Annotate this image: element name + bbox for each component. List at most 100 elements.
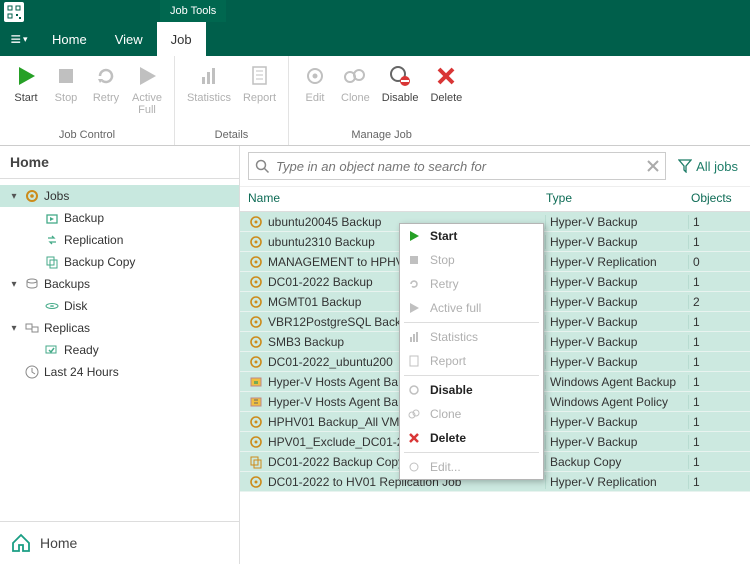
job-objects: 1	[689, 475, 742, 489]
gear-icon	[248, 314, 264, 330]
gear-icon	[248, 434, 264, 450]
tab-view[interactable]: View	[101, 22, 157, 56]
job-type: Hyper-V Backup	[546, 415, 689, 429]
bottom-nav-label: Home	[40, 535, 77, 551]
job-type: Hyper-V Backup	[546, 315, 689, 329]
job-objects: 1	[689, 215, 742, 229]
app-icon	[4, 2, 24, 22]
job-type: Backup Copy	[546, 455, 689, 469]
job-objects: 1	[689, 435, 742, 449]
job-objects: 1	[689, 315, 742, 329]
search-box[interactable]	[248, 152, 666, 180]
job-type: Windows Agent Backup	[546, 375, 689, 389]
gear-icon	[248, 274, 264, 290]
menu-disable[interactable]: Disable	[400, 378, 543, 402]
retry-icon	[92, 62, 120, 90]
clone-button[interactable]: Clone	[335, 60, 376, 106]
tree-label: Backup Copy	[64, 255, 135, 269]
job-objects: 1	[689, 455, 742, 469]
menu-label: Active full	[430, 301, 481, 315]
gear-icon	[248, 474, 264, 490]
menu-separator	[404, 452, 539, 453]
tree-node-replicas[interactable]: ▾ Replicas	[0, 317, 239, 339]
tree-label: Backup	[64, 211, 104, 225]
bottom-nav-home[interactable]: Home	[0, 521, 239, 564]
clone-icon	[406, 406, 422, 422]
play-icon	[406, 228, 422, 244]
gear-icon	[248, 414, 264, 430]
column-objects[interactable]: Objects	[691, 191, 742, 205]
menu-active-full: Active full	[400, 296, 543, 320]
job-objects: 1	[689, 395, 742, 409]
job-objects: 1	[689, 235, 742, 249]
activefull-icon	[406, 300, 422, 316]
statistics-button[interactable]: Statistics	[181, 60, 237, 106]
app-menu-button[interactable]: ≡▾	[0, 22, 38, 56]
tree-node-backup-copy[interactable]: Backup Copy	[0, 251, 239, 273]
tree-node-last-24-hours[interactable]: Last 24 Hours	[0, 361, 239, 383]
menu-separator	[404, 322, 539, 323]
menu-label: Start	[430, 229, 457, 243]
menu-edit-: Edit...	[400, 455, 543, 479]
delete-button[interactable]: Delete	[424, 60, 468, 106]
job-objects: 1	[689, 275, 742, 289]
tab-job[interactable]: Job	[157, 22, 206, 56]
tree-node-replication[interactable]: Replication	[0, 229, 239, 251]
job-type: Windows Agent Policy	[546, 395, 689, 409]
agent-icon	[248, 374, 264, 390]
start-button[interactable]: Start	[6, 60, 46, 106]
expand-icon: ▾	[8, 191, 20, 202]
job-type: Hyper-V Backup	[546, 295, 689, 309]
backup-icon	[44, 210, 60, 226]
report-icon	[246, 62, 274, 90]
search-input[interactable]	[276, 159, 647, 174]
tree-node-disk[interactable]: Disk	[0, 295, 239, 317]
job-type: Hyper-V Backup	[546, 215, 689, 229]
expand-icon: ▾	[8, 323, 20, 334]
play-icon	[12, 62, 40, 90]
ribbon-group-label: Job Control	[0, 127, 174, 145]
menu-start[interactable]: Start	[400, 224, 543, 248]
backups-icon	[24, 276, 40, 292]
stop-button[interactable]: Stop	[46, 60, 86, 106]
funnel-icon	[678, 159, 692, 173]
tab-home[interactable]: Home	[38, 22, 101, 56]
tree-label: Replicas	[44, 321, 90, 335]
menu-separator	[404, 375, 539, 376]
retry-icon	[406, 276, 422, 292]
clear-search-icon[interactable]	[647, 160, 659, 172]
tree-node-jobs[interactable]: ▾Jobs	[0, 185, 239, 207]
menu-stop: Stop	[400, 248, 543, 272]
column-name[interactable]: Name	[248, 191, 546, 205]
filter-label: All jobs	[696, 159, 738, 174]
disk-icon	[44, 298, 60, 314]
menu-delete[interactable]: Delete	[400, 426, 543, 450]
retry-button[interactable]: Retry	[86, 60, 126, 106]
tree-node-backup[interactable]: Backup	[0, 207, 239, 229]
active-full-button[interactable]: Active Full	[126, 60, 168, 118]
tree-label: Backups	[44, 277, 90, 291]
edit-button[interactable]: Edit	[295, 60, 335, 106]
job-type: Hyper-V Backup	[546, 275, 689, 289]
tree-node-backups[interactable]: ▾Backups	[0, 273, 239, 295]
grid-header: Name Type Objects	[240, 187, 750, 212]
menu-label: Edit...	[430, 460, 461, 474]
ribbon-group-details: Statistics Report Details	[175, 56, 289, 145]
column-type[interactable]: Type	[546, 191, 691, 205]
report-button[interactable]: Report	[237, 60, 282, 106]
job-type: Hyper-V Backup	[546, 355, 689, 369]
menu-label: Delete	[430, 431, 466, 445]
filter-dropdown[interactable]: All jobs	[674, 159, 742, 174]
gear-icon	[301, 62, 329, 90]
job-objects: 1	[689, 415, 742, 429]
disable-button[interactable]: Disable	[376, 60, 425, 106]
gear-icon	[248, 254, 264, 270]
menu-statistics: Statistics	[400, 325, 543, 349]
gear-icon	[248, 294, 264, 310]
menu-label: Disable	[430, 383, 473, 397]
job-type: Hyper-V Backup	[546, 235, 689, 249]
hamburger-icon: ≡	[10, 29, 21, 50]
tree-node-ready[interactable]: Ready	[0, 339, 239, 361]
jobs-icon	[24, 188, 40, 204]
delete-icon	[432, 62, 460, 90]
